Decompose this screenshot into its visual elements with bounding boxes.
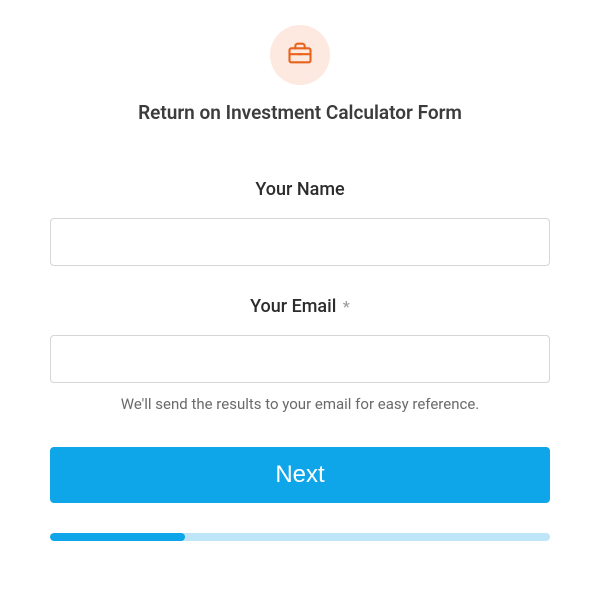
progress-bar	[50, 533, 550, 541]
header-icon-container	[270, 25, 330, 85]
email-label-text: Your Email	[250, 296, 336, 317]
email-input[interactable]	[50, 335, 550, 383]
name-field-group: Your Name	[50, 179, 550, 266]
briefcase-icon	[286, 39, 314, 71]
name-label: Your Name	[255, 179, 344, 200]
email-helper-text: We'll send the results to your email for…	[121, 395, 480, 413]
email-label: Your Email *	[250, 296, 350, 317]
progress-fill	[50, 533, 185, 541]
next-button[interactable]: Next	[50, 447, 550, 503]
email-field-group: Your Email * We'll send the results to y…	[50, 296, 550, 413]
name-input[interactable]	[50, 218, 550, 266]
form-title: Return on Investment Calculator Form	[138, 101, 462, 124]
required-asterisk: *	[343, 297, 350, 316]
